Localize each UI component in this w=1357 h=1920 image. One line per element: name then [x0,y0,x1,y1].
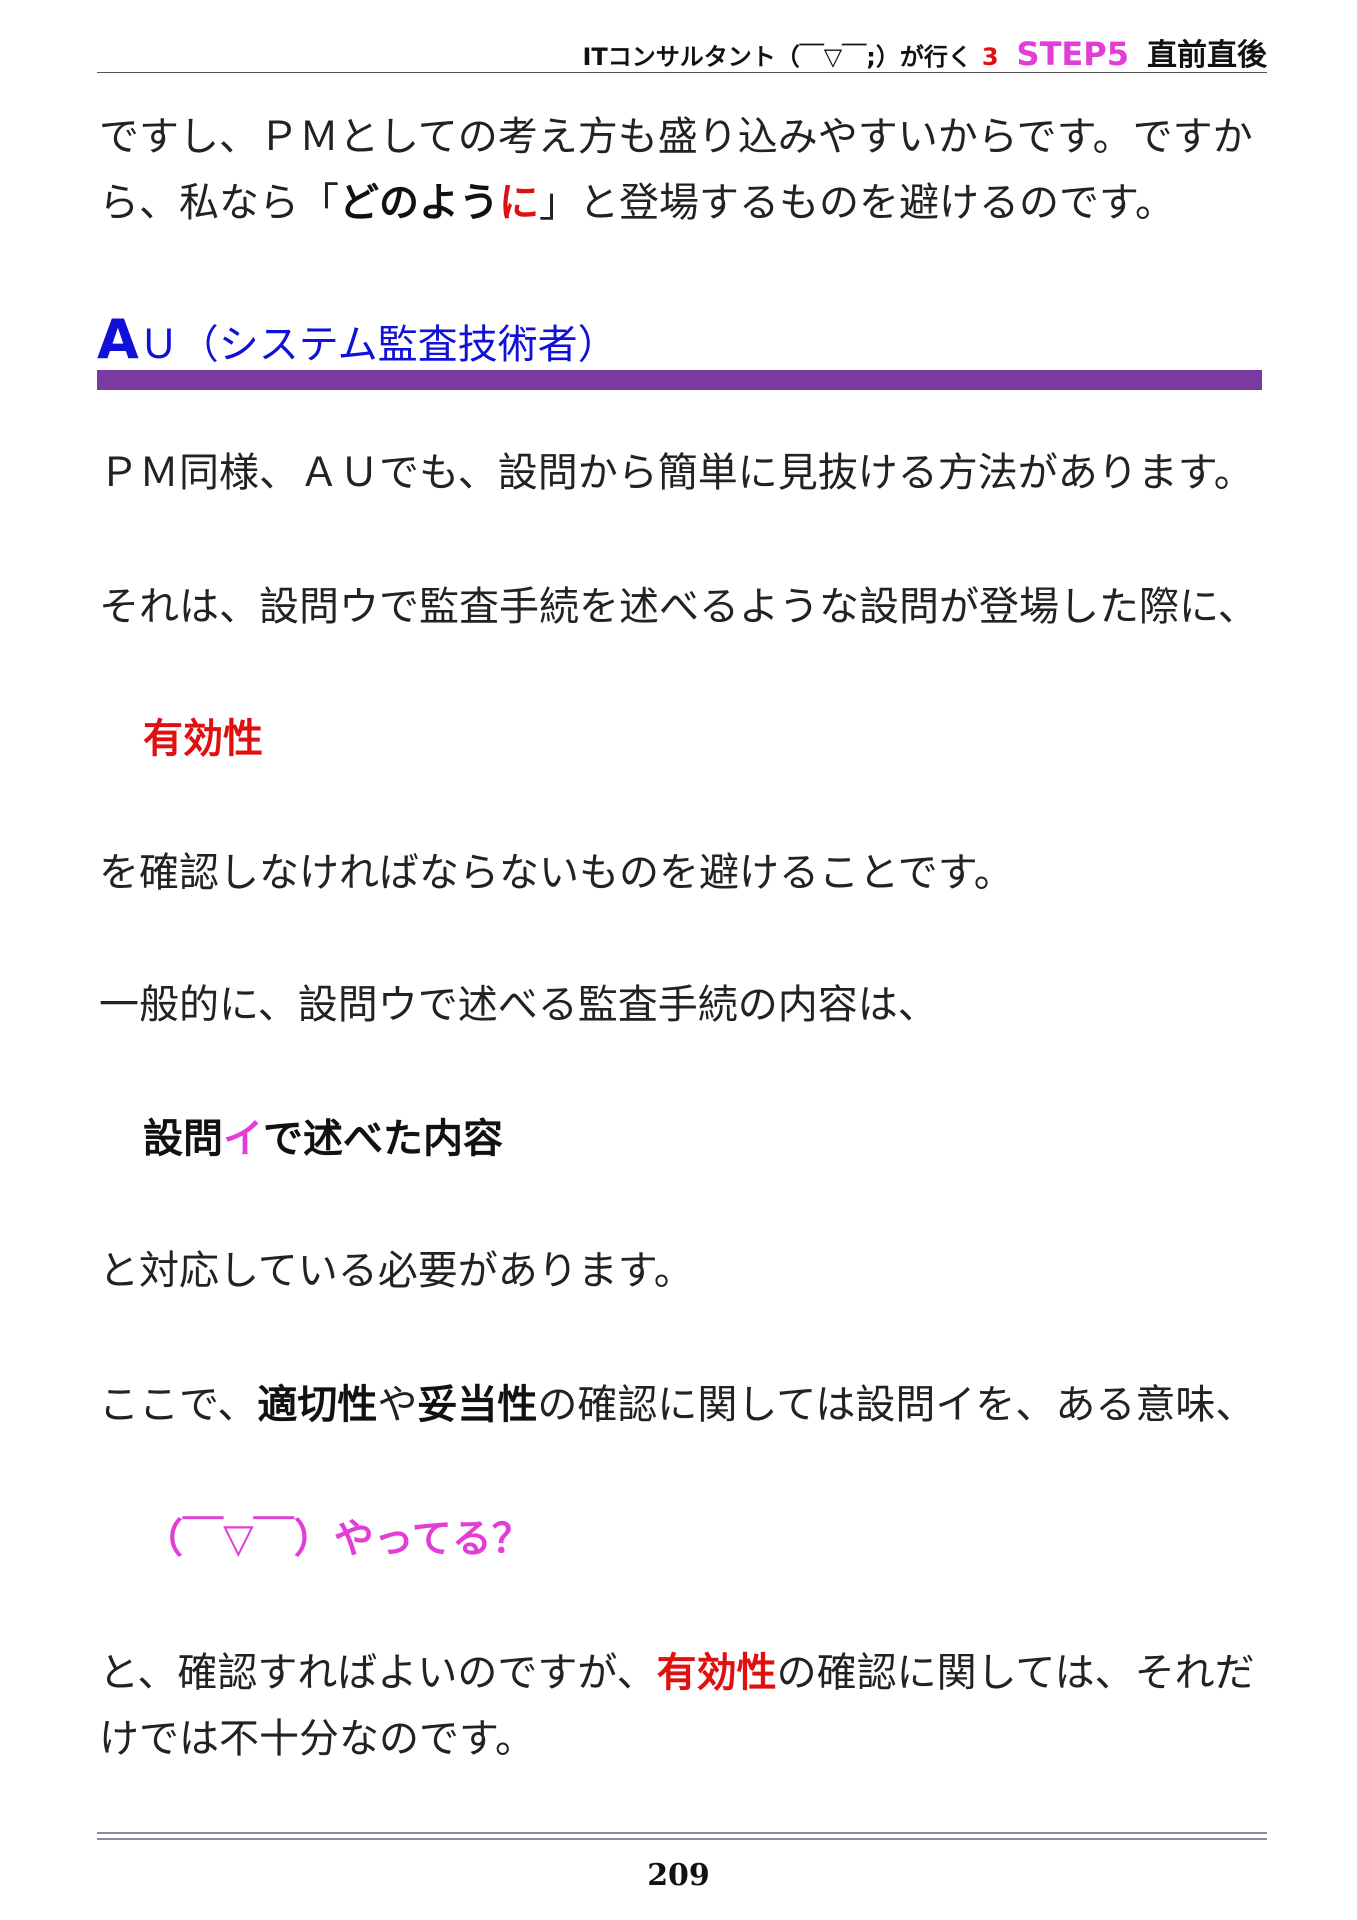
callout-2-magenta: イ [223,1116,263,1162]
paragraph-6-end: の確認に関しては設問イを、ある意味、 [537,1382,1256,1428]
header-series-title: ITコンサルタント（￣▽￣;）が行く [582,43,972,71]
callout-2-start: 設問 [143,1116,223,1162]
paragraph-6-start: ここで、 [99,1382,258,1428]
footer-rule-top [97,1832,1267,1834]
header-rule [97,72,1267,73]
paragraph-7-red-effectiveness: 有効性 [656,1650,777,1696]
paragraph-7-start: と、確認すればよいのですが、 [99,1650,657,1696]
intro-line-1: ですし、ＰＭとしての考え方も盛り込みやすいからです。ですか [99,114,1253,160]
section-divider-bar [97,370,1262,390]
paragraph-7-line-1: と、確認すればよいのですが、有効性の確認に関しては、それだ [99,1640,1269,1706]
callout-emoticon: （￣▽￣）やってる？ [143,1516,532,1562]
intro-paragraph: ですし、ＰＭとしての考え方も盛り込みやすいからです。ですか ら、私なら「どのよう… [99,104,1269,236]
paragraph-7: と、確認すればよいのですが、有効性の確認に関しては、それだ けでは不十分なのです… [99,1640,1269,1772]
intro-line-2-start: ら、私なら「 [99,180,339,226]
header-chapter: 直前直後 [1147,38,1267,73]
callout-2-end: で述べた内容 [263,1116,503,1162]
paragraph-6-bold-validity: 妥当性 [417,1382,538,1428]
paragraph-6-bold-appropriateness: 適切性 [257,1382,378,1428]
paragraph-1: ＰＭ同様、ＡＵでも、設問から簡単に見抜ける方法があります。 [99,450,1254,496]
footer-rule-bottom [97,1838,1267,1840]
paragraph-5: と対応している必要があります。 [99,1248,694,1294]
document-page: ITコンサルタント（￣▽￣;）が行く 3 STEP5 直前直後 ですし、ＰＭとし… [0,0,1357,1920]
intro-line-2-end: 」と登場するものを避けるのです。 [539,180,1175,226]
running-header: ITコンサルタント（￣▽￣;）が行く 3 STEP5 直前直後 [582,30,1267,74]
callout-question-content: 設問イで述べた内容 [143,1106,503,1172]
callout-effectiveness: 有効性 [143,716,263,762]
header-step: STEP5 [1016,35,1129,73]
page-number: 209 [647,1858,710,1893]
intro-line-2: ら、私なら「どのように」と登場するものを避けるのです。 [99,170,1269,236]
paragraph-2: それは、設問ウで監査手続を述べるような設問が登場した際に、 [99,584,1258,630]
section-heading: A Ｕ（システム監査技術者） [97,308,618,371]
paragraph-3: を確認しなければならないものを避けることです。 [99,850,1014,896]
section-heading-text: Ｕ（システム監査技術者） [138,322,618,368]
paragraph-6-mid: や [377,1382,418,1428]
paragraph-7-end: の確認に関しては、それだ [776,1650,1255,1696]
paragraph-7-line-2: けでは不十分なのです。 [99,1716,535,1762]
intro-emphasis-red: に [499,180,539,226]
header-volume: 3 [981,43,999,71]
intro-emphasis: どのよう [339,180,499,226]
section-heading-initial: A [97,308,139,371]
paragraph-4: 一般的に、設問ウで述べる監査手続の内容は、 [99,982,938,1028]
paragraph-6: ここで、適切性や妥当性の確認に関しては設問イを、ある意味、 [99,1372,1269,1438]
